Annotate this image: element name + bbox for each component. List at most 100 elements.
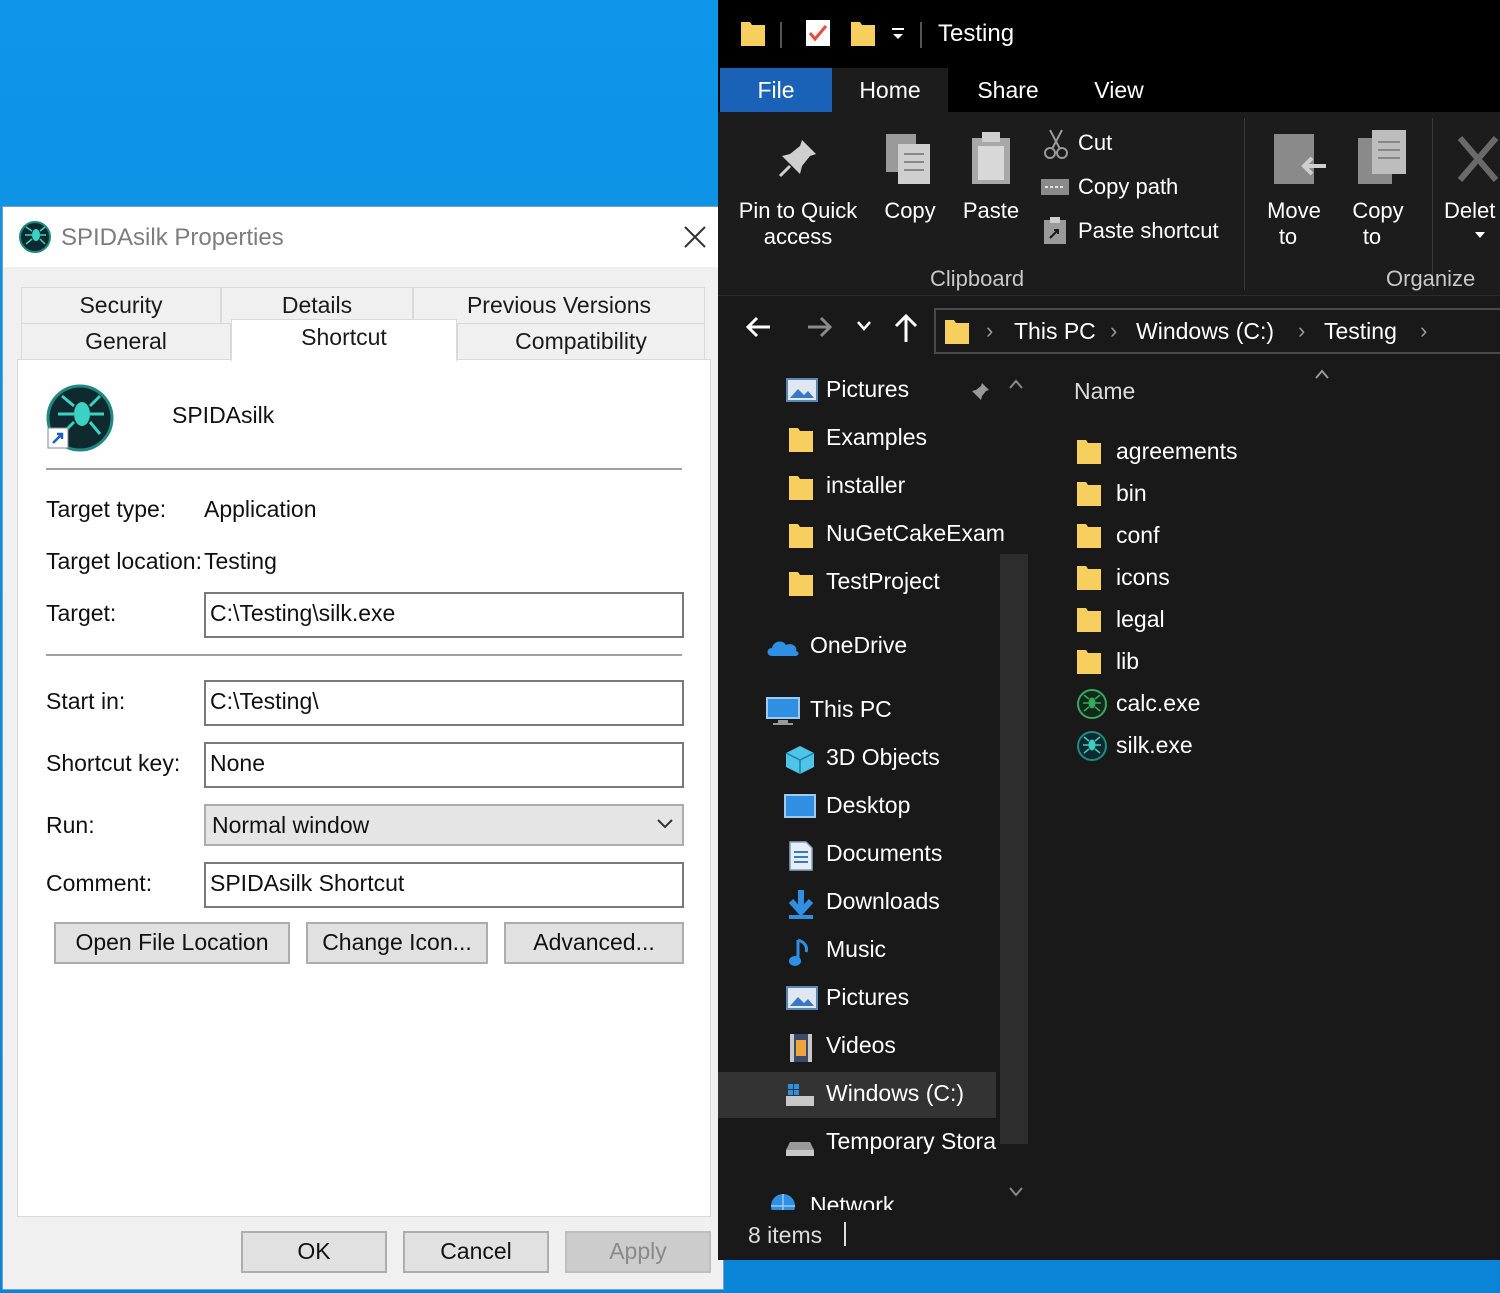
nav-item-network[interactable]: Network bbox=[718, 1184, 996, 1210]
run-select[interactable]: Normal window bbox=[204, 804, 684, 846]
scroll-down-icon[interactable] bbox=[1008, 1186, 1024, 1198]
nav-item-desktop[interactable]: Desktop bbox=[718, 784, 996, 830]
properties-icon[interactable] bbox=[804, 18, 832, 48]
move-to-label-line2: to bbox=[1278, 224, 1298, 249]
ok-button[interactable]: OK bbox=[241, 1231, 387, 1273]
tab-home[interactable]: Home bbox=[832, 68, 948, 112]
group-organize-label: Organize bbox=[1386, 266, 1476, 291]
nav-item-onedrive[interactable]: OneDrive bbox=[718, 624, 996, 670]
advanced-button[interactable]: Advanced... bbox=[504, 922, 684, 964]
nav-item-windows-c[interactable]: Windows (C:) bbox=[718, 1072, 996, 1118]
start-in-field[interactable]: C:\Testing\ bbox=[204, 680, 684, 726]
nav-item-music[interactable]: Music bbox=[718, 928, 996, 974]
nav-item-nugetcakeexam[interactable]: NuGetCakeExam bbox=[718, 512, 1005, 558]
ribbon-separator bbox=[1244, 118, 1245, 290]
shortcut-key-field[interactable]: None bbox=[204, 742, 684, 788]
nav-item-label: Music bbox=[826, 936, 887, 962]
delete-label: Delet bbox=[1444, 198, 1496, 223]
copy-path-icon bbox=[1041, 179, 1069, 195]
cut-label: Cut bbox=[1078, 130, 1113, 155]
shortcut-name: SPIDAsilk bbox=[172, 402, 275, 428]
nav-item-label: Pictures bbox=[826, 376, 910, 402]
target-field[interactable]: C:\Testing\silk.exe bbox=[204, 592, 684, 638]
shortcut-app-icon bbox=[46, 384, 114, 452]
cancel-button[interactable]: Cancel bbox=[403, 1231, 549, 1273]
dialog-title: SPIDAsilk Properties bbox=[61, 224, 284, 251]
ribbon-separator bbox=[1432, 118, 1433, 290]
open-file-location-button[interactable]: Open File Location bbox=[54, 922, 290, 964]
nav-item-pictures-quick[interactable]: Pictures bbox=[718, 368, 996, 414]
comment-label: Comment: bbox=[46, 870, 153, 896]
tab-general[interactable]: General bbox=[21, 323, 231, 359]
address-bar[interactable]: › This PC › Windows (C:) › Testing › bbox=[934, 308, 1500, 354]
breadcrumb-windows-c[interactable]: Windows (C:) bbox=[1136, 318, 1274, 345]
run-select-value: Normal window bbox=[212, 812, 370, 838]
tab-file[interactable]: File bbox=[720, 68, 832, 112]
nav-item-examples[interactable]: Examples bbox=[718, 416, 996, 462]
network-icon bbox=[771, 1194, 795, 1210]
nav-item-downloads[interactable]: Downloads bbox=[718, 880, 996, 926]
nav-item-label: Temporary Stora bbox=[826, 1128, 997, 1154]
apply-button[interactable]: Apply bbox=[565, 1231, 711, 1273]
paste-shortcut-icon bbox=[1044, 217, 1066, 244]
nav-item-this-pc[interactable]: This PC bbox=[718, 688, 996, 734]
change-icon-button[interactable]: Change Icon... bbox=[306, 922, 488, 964]
nav-item-videos[interactable]: Videos bbox=[718, 1024, 996, 1070]
paste-icon bbox=[972, 132, 1010, 184]
file-explorer-window: Testing File Home Share View Pin to Quic… bbox=[718, 0, 1500, 1260]
nav-item-label: NuGetCakeExam bbox=[826, 520, 1005, 546]
copy-path-label: Copy path bbox=[1078, 174, 1179, 199]
folder-icon bbox=[1077, 482, 1101, 506]
file-list: Name agreements bin conf icons legal lib… bbox=[1038, 366, 1500, 1210]
folder-icon bbox=[945, 320, 969, 344]
close-icon[interactable] bbox=[679, 221, 711, 253]
nav-item-pictures[interactable]: Pictures bbox=[718, 976, 996, 1022]
tab-shortcut[interactable]: Shortcut bbox=[231, 319, 457, 361]
scroll-up-icon[interactable] bbox=[1008, 378, 1024, 390]
up-arrow-icon[interactable] bbox=[892, 312, 920, 344]
spider-app-icon bbox=[1077, 689, 1107, 719]
nav-item-label: installer bbox=[826, 472, 906, 498]
drive-icon bbox=[786, 1084, 814, 1106]
file-name: bin bbox=[1116, 480, 1147, 506]
tab-compatibility[interactable]: Compatibility bbox=[457, 323, 705, 359]
group-clipboard-label: Clipboard bbox=[930, 266, 1025, 291]
nav-item-installer[interactable]: installer bbox=[718, 464, 996, 510]
breadcrumb-this-pc[interactable]: This PC bbox=[1014, 318, 1096, 345]
file-name: icons bbox=[1116, 564, 1170, 590]
breadcrumb-testing[interactable]: Testing bbox=[1324, 318, 1397, 345]
comment-field[interactable]: SPIDAsilk Shortcut bbox=[204, 862, 684, 908]
nav-item-label: Pictures bbox=[826, 984, 910, 1010]
copy-to-label-line2: to bbox=[1362, 224, 1382, 249]
desktop-icon bbox=[784, 794, 816, 818]
scrollbar-thumb[interactable] bbox=[1000, 554, 1028, 1144]
column-header-name[interactable]: Name bbox=[1074, 378, 1135, 405]
nav-item-3d-objects[interactable]: 3D Objects bbox=[718, 736, 996, 782]
tab-security[interactable]: Security bbox=[21, 287, 221, 323]
nav-item-label: Downloads bbox=[826, 888, 940, 914]
back-arrow-icon[interactable] bbox=[744, 312, 774, 342]
nav-item-temporary-storage[interactable]: Temporary Stora bbox=[718, 1120, 996, 1166]
target-type-value: Application bbox=[204, 496, 317, 522]
customize-qat-icon[interactable] bbox=[890, 18, 906, 48]
chevron-right-icon: › bbox=[1298, 318, 1306, 343]
tab-share[interactable]: Share bbox=[958, 68, 1058, 112]
music-icon bbox=[789, 938, 808, 966]
recent-locations-chevron-icon[interactable] bbox=[856, 320, 872, 332]
forward-arrow-icon[interactable] bbox=[804, 312, 834, 342]
paste-label: Paste bbox=[962, 198, 1020, 223]
new-folder-icon[interactable] bbox=[850, 18, 876, 48]
pictures-icon bbox=[786, 986, 818, 1010]
nav-item-label: TestProject bbox=[826, 568, 940, 594]
properties-dialog: SPIDAsilk Properties Security Details Pr… bbox=[2, 206, 724, 1290]
folder-icon bbox=[1077, 566, 1101, 590]
tab-previous-versions[interactable]: Previous Versions bbox=[413, 287, 705, 323]
pictures-icon bbox=[786, 378, 818, 402]
folder-icon bbox=[789, 476, 813, 500]
tab-details[interactable]: Details bbox=[221, 287, 413, 323]
folder-icon bbox=[1077, 524, 1101, 548]
nav-item-documents[interactable]: Documents bbox=[718, 832, 996, 878]
nav-item-testproject[interactable]: TestProject bbox=[718, 560, 996, 606]
tab-view[interactable]: View bbox=[1068, 68, 1170, 112]
copy-to-label-line1: Copy bbox=[1352, 198, 1404, 223]
